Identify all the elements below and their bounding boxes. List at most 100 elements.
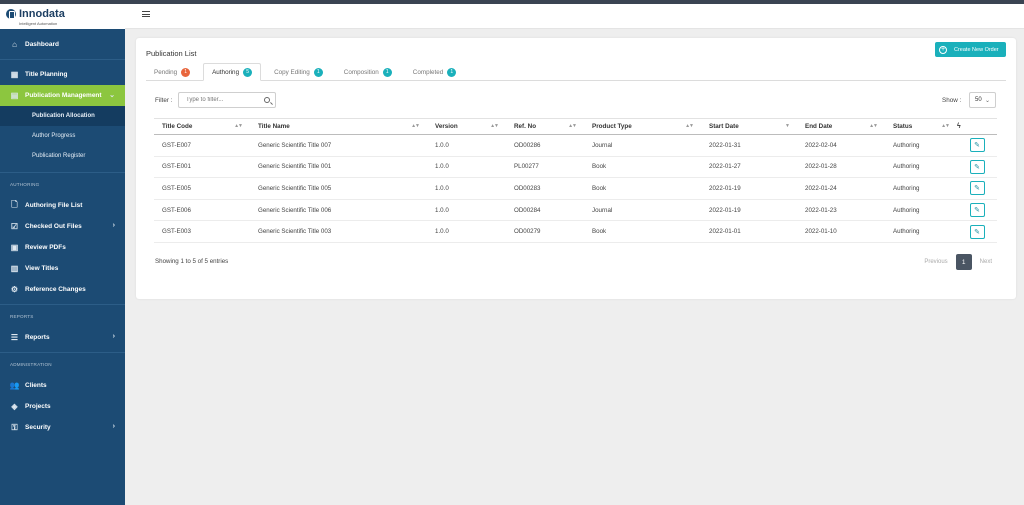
sidebar-item-view-titles[interactable]: ▥ View Titles [0, 258, 125, 279]
column-header-ref-no[interactable]: Ref. No ▲▼ [506, 118, 584, 135]
top-header [125, 4, 1024, 29]
page-title: Publication List [146, 49, 197, 58]
cell-product-type: Journal [584, 134, 701, 157]
tab-label: Authoring [212, 68, 240, 76]
cell-start-date: 2022-01-19 [701, 177, 797, 200]
list-icon: ☰ [10, 333, 19, 342]
sidebar-item-label: Reports [25, 334, 50, 341]
sort-icon: ▲▼ [869, 123, 878, 129]
sidebar-item-projects[interactable]: ◈ Projects [0, 396, 125, 417]
column-header-label: Ref. No [514, 123, 537, 130]
tag-icon: ◈ [11, 402, 18, 411]
cell-version: 1.0.0 [427, 156, 506, 179]
sort-icon: ▲▼ [490, 123, 499, 129]
count-badge: 1 [447, 67, 457, 77]
brand[interactable]: Innodata Intelligent Automation [0, 4, 125, 29]
edit-document-button[interactable]: ✎ [969, 159, 985, 174]
sidebar-item-author-progress[interactable]: Author Progress [0, 126, 125, 146]
edit-document-icon: ✎ [974, 163, 980, 171]
books-icon: ▥ [10, 264, 19, 273]
sidebar-item-title-planning[interactable]: ▦ Title Planning [0, 64, 125, 85]
tab-label: Pending [154, 68, 178, 76]
tab-completed[interactable]: Completed 1 [405, 63, 464, 81]
cell-status: Authoring [885, 199, 957, 222]
cell-ref-no: OD00279 [506, 220, 584, 243]
sort-icon: ▲▼ [568, 123, 577, 129]
pagination-next[interactable]: Next [974, 259, 998, 265]
create-new-order-button[interactable]: + Create New Order [935, 42, 1006, 57]
sidebar-item-publication-allocation[interactable]: Publication Allocation [0, 106, 125, 126]
cell-title-code: GST-E003 [154, 220, 250, 243]
pagination-previous[interactable]: Previous [918, 259, 953, 265]
table-row: GST-E005 Generic Scientific Title 005 1.… [154, 177, 997, 200]
publication-list-card: Publication List + Create New Order Pend… [136, 38, 1016, 299]
calendar-icon: ▦ [10, 70, 19, 79]
sidebar-item-review-pdfs[interactable]: ▣ Review PDFs [0, 237, 125, 258]
cell-version: 1.0.0 [427, 134, 506, 157]
column-header-end-date[interactable]: End Date ▲▼ [797, 118, 885, 135]
cell-ref-no: OD00286 [506, 134, 584, 157]
filter-input[interactable] [178, 92, 276, 108]
sidebar-item-publication-register[interactable]: Publication Register [0, 146, 125, 166]
table-header-row: Title Code ▲▼ Title Name ▲▼ Version ▲▼ Ref.… [154, 118, 997, 135]
filter-label: Filter : [155, 97, 173, 104]
sidebar-item-publication-management[interactable]: ▤ Publication Management ⌄ [0, 85, 125, 106]
cell-start-date: 2022-01-27 [701, 156, 797, 179]
cell-end-date: 2022-01-24 [797, 177, 885, 200]
column-header-title-name[interactable]: Title Name ▲▼ [250, 118, 427, 135]
cell-start-date: 2022-01-31 [701, 134, 797, 157]
checkbox-icon: ☑ [10, 222, 19, 231]
cell-product-type: Book [584, 156, 701, 179]
chevron-down-icon: ⌄ [109, 92, 115, 99]
sidebar-item-authoring-file-list[interactable]: 🗋 Authoring File List [0, 195, 125, 216]
section-reports: REPORTS [10, 313, 34, 319]
pagination-page-1[interactable]: 1 [955, 254, 972, 270]
publication-table: Title Code ▲▼ Title Name ▲▼ Version ▲▼ Ref.… [154, 118, 997, 243]
sidebar-item-security[interactable]: ⚿ Security › [0, 417, 125, 438]
cell-status: Authoring [885, 177, 957, 200]
tab-authoring[interactable]: Authoring 5 [203, 63, 262, 81]
table-row: GST-E003 Generic Scientific Title 003 1.… [154, 220, 997, 243]
sidebar-item-checked-out-files[interactable]: ☑ Checked Out Files › [0, 216, 125, 237]
edit-document-button[interactable]: ✎ [969, 181, 985, 196]
sidebar-item-dashboard[interactable]: ⌂ Dashboard [0, 34, 125, 55]
cell-product-type: Book [584, 177, 701, 200]
sort-desc-icon: ▼ [785, 123, 790, 129]
column-header-version[interactable]: Version ▲▼ [427, 118, 506, 135]
edit-document-button[interactable]: ✎ [969, 203, 985, 218]
sort-icon: ▲▼ [941, 123, 950, 129]
cell-title-code: GST-E005 [154, 177, 250, 200]
cell-end-date: 2022-01-23 [797, 199, 885, 222]
column-header-label: Start Date [709, 123, 739, 130]
tab-composition[interactable]: Composition 1 [336, 63, 400, 81]
sidebar-item-reports[interactable]: ☰ Reports › [0, 327, 125, 348]
tab-pending[interactable]: Pending 1 [146, 63, 198, 81]
sidebar-item-label: Authoring File List [25, 202, 83, 209]
section-administration: ADMINISTRATION [10, 361, 52, 367]
tab-copy-editing[interactable]: Copy Editing 1 [266, 63, 331, 81]
users-icon: 👥 [9, 381, 20, 390]
count-badge: 1 [181, 67, 191, 77]
sidebar-item-label: Publication Register [32, 153, 86, 159]
page-size-select[interactable]: 50 ⌄ [969, 92, 996, 108]
hamburger-menu-icon[interactable] [142, 11, 150, 17]
section-authoring: AUTHORING [10, 181, 40, 187]
count-badge: 5 [243, 67, 253, 77]
column-header-status[interactable]: Status ▲▼ [885, 118, 957, 135]
brand-tagline: Intelligent Automation [19, 21, 58, 26]
column-header-product-type[interactable]: Product Type ▲▼ [584, 118, 701, 135]
table-row: GST-E007 Generic Scientific Title 007 1.… [154, 134, 997, 157]
chevron-right-icon: › [112, 222, 115, 229]
edit-document-button[interactable]: ✎ [969, 224, 985, 239]
innodata-logo-icon [6, 9, 16, 19]
edit-document-button[interactable]: ✎ [969, 138, 985, 153]
column-header-start-date[interactable]: Start Date ▼ [701, 118, 797, 135]
sidebar-item-reference-changes[interactable]: ⚙ Reference Changes [0, 279, 125, 300]
key-icon: ⚿ [11, 422, 18, 432]
sidebar-item-clients[interactable]: 👥 Clients [0, 375, 125, 396]
create-new-order-label: Create New Order [954, 46, 999, 53]
chevron-right-icon: › [112, 333, 115, 340]
edit-document-icon: ✎ [974, 228, 980, 236]
brand-name: Innodata [19, 8, 65, 20]
column-header-title-code[interactable]: Title Code ▲▼ [154, 118, 250, 135]
